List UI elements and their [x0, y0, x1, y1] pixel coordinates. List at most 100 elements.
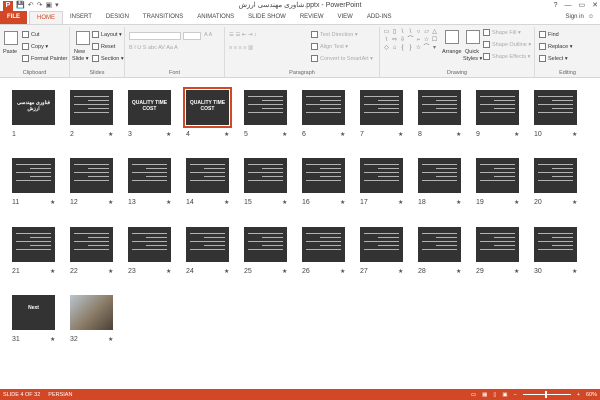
slide-thumbnail[interactable]	[186, 227, 229, 262]
zoom-in-button[interactable]: +	[577, 392, 580, 398]
shape-icon[interactable]: ⌒	[407, 37, 414, 44]
animation-star-icon[interactable]: ★	[282, 131, 287, 138]
slide-thumbnail[interactable]	[476, 227, 519, 262]
animation-star-icon[interactable]: ★	[572, 268, 577, 275]
animation-star-icon[interactable]: ★	[340, 199, 345, 206]
animation-star-icon[interactable]: ★	[398, 199, 403, 206]
slide-thumbnail[interactable]	[12, 227, 55, 262]
animation-star-icon[interactable]: ★	[398, 131, 403, 138]
reading-view-icon[interactable]: ▯	[493, 392, 496, 398]
animation-star-icon[interactable]: ★	[572, 131, 577, 138]
shape-icon[interactable]: {	[399, 45, 406, 52]
slide-thumbnail[interactable]	[418, 158, 461, 193]
shape-icon[interactable]: \	[407, 29, 414, 36]
animation-star-icon[interactable]: ★	[514, 268, 519, 275]
animation-star-icon[interactable]: ★	[50, 336, 55, 343]
zoom-slider-knob[interactable]	[544, 391, 547, 398]
slide-thumbnail[interactable]	[360, 227, 403, 262]
arrange-icon[interactable]	[445, 30, 459, 44]
text-direction-button[interactable]: Text Direction ▾	[311, 31, 358, 38]
slide-thumbnail[interactable]	[534, 227, 577, 262]
animation-star-icon[interactable]: ★	[50, 268, 55, 275]
restore-button[interactable]: ▭	[579, 0, 586, 12]
quick-styles-dropdown[interactable]: Styles ▾	[463, 56, 482, 62]
shape-icon[interactable]: ⌒	[423, 45, 430, 52]
slide-thumbnail[interactable]	[302, 227, 345, 262]
font-size-box[interactable]	[183, 32, 201, 40]
shape-icon[interactable]: ▯	[391, 29, 398, 36]
shape-icon[interactable]: }	[407, 45, 414, 52]
slide-thumbnail[interactable]	[70, 158, 113, 193]
animation-star-icon[interactable]: ★	[282, 199, 287, 206]
animation-star-icon[interactable]: ★	[224, 199, 229, 206]
convert-smartart-button[interactable]: Convert to SmartArt ▾	[311, 55, 373, 62]
copy-button[interactable]: Copy ▾	[22, 43, 48, 50]
layout-button[interactable]: Layout ▾	[92, 31, 122, 38]
font-name-box[interactable]	[129, 32, 181, 40]
section-button[interactable]: Section ▾	[92, 55, 124, 62]
shape-effects-button[interactable]: Shape Effects ▾	[483, 53, 530, 60]
tab-view[interactable]: VIEW	[331, 11, 360, 24]
animation-star-icon[interactable]: ★	[572, 199, 577, 206]
slide-thumbnail[interactable]	[534, 90, 577, 125]
new-slide-icon[interactable]	[76, 31, 90, 45]
align-icons[interactable]: ≡ ≡ ≡ ≡ ▥	[229, 45, 253, 51]
tab-add-ins[interactable]: ADD-INS	[360, 11, 399, 24]
slide-thumbnail[interactable]	[244, 90, 287, 125]
signin-link[interactable]: Sign in	[566, 14, 584, 20]
slide-thumbnail[interactable]	[128, 227, 171, 262]
reset-button[interactable]: Reset	[92, 43, 115, 50]
shapes-gallery[interactable]: ▭ ▯ \ \ ○ ▱ △ \ ⇨ ⇩ ⌒ ⌐ ☆ ☐ ◇ ⌂{} ☆ ⌒ ▾	[383, 29, 441, 63]
new-slide-dropdown[interactable]: Slide ▾	[72, 56, 89, 62]
slide-thumbnail[interactable]	[70, 295, 113, 330]
animation-star-icon[interactable]: ★	[166, 131, 171, 138]
slide-thumbnail[interactable]	[476, 90, 519, 125]
animation-star-icon[interactable]: ★	[282, 268, 287, 275]
slide-thumbnail[interactable]	[12, 158, 55, 193]
tab-design[interactable]: DESIGN	[99, 11, 136, 24]
animation-star-icon[interactable]: ★	[456, 131, 461, 138]
animation-star-icon[interactable]: ★	[340, 131, 345, 138]
animation-star-icon[interactable]: ★	[514, 199, 519, 206]
quick-styles-icon[interactable]	[466, 30, 480, 44]
minimize-button[interactable]: —	[565, 0, 572, 12]
slide-sorter-view-icon[interactable]: ▦	[482, 392, 487, 398]
animation-star-icon[interactable]: ★	[456, 199, 461, 206]
shape-outline-button[interactable]: Shape Outline ▾	[483, 41, 531, 48]
animation-star-icon[interactable]: ★	[224, 131, 229, 138]
cut-button[interactable]: Cut	[22, 31, 40, 38]
arrange-button[interactable]: Arrange	[442, 49, 462, 55]
tab-home[interactable]: HOME	[29, 11, 63, 24]
animation-star-icon[interactable]: ★	[514, 131, 519, 138]
shape-icon[interactable]: \	[399, 29, 406, 36]
slide-thumbnail[interactable]	[244, 158, 287, 193]
align-text-button[interactable]: Align Text ▾	[311, 43, 348, 50]
shape-icon[interactable]: \	[383, 37, 390, 44]
animation-star-icon[interactable]: ★	[224, 268, 229, 275]
normal-view-icon[interactable]: ▭	[471, 392, 476, 398]
tab-file[interactable]: FILE	[0, 11, 27, 24]
animation-star-icon[interactable]: ★	[108, 336, 113, 343]
animation-star-icon[interactable]: ★	[456, 268, 461, 275]
paste-icon[interactable]	[4, 31, 18, 45]
start-slideshow-icon[interactable]: ▣	[45, 1, 52, 11]
customize-qat-icon[interactable]: ▾	[55, 1, 59, 11]
slide-thumbnail[interactable]	[70, 227, 113, 262]
find-button[interactable]: Find	[539, 31, 559, 38]
slide-thumbnail[interactable]	[70, 90, 113, 125]
slide-thumbnail[interactable]	[534, 158, 577, 193]
feedback-icon[interactable]: ☺	[588, 14, 594, 20]
slide-thumbnail[interactable]	[244, 227, 287, 262]
paste-button[interactable]: Paste	[3, 49, 17, 55]
slide-thumbnail[interactable]	[302, 90, 345, 125]
animation-star-icon[interactable]: ★	[166, 268, 171, 275]
shape-icon[interactable]: ⇨	[391, 37, 398, 44]
shape-icon[interactable]: ⌂	[391, 45, 398, 52]
animation-star-icon[interactable]: ★	[340, 268, 345, 275]
format-painter-button[interactable]: Format Painter	[22, 55, 67, 62]
shape-icon[interactable]: ⌐	[415, 37, 422, 44]
shape-icon[interactable]: ▱	[423, 29, 430, 36]
new-slide-button[interactable]: New	[74, 49, 85, 55]
slideshow-view-icon[interactable]: ▣	[502, 392, 507, 398]
font-grow-icon[interactable]: A A	[204, 32, 212, 38]
